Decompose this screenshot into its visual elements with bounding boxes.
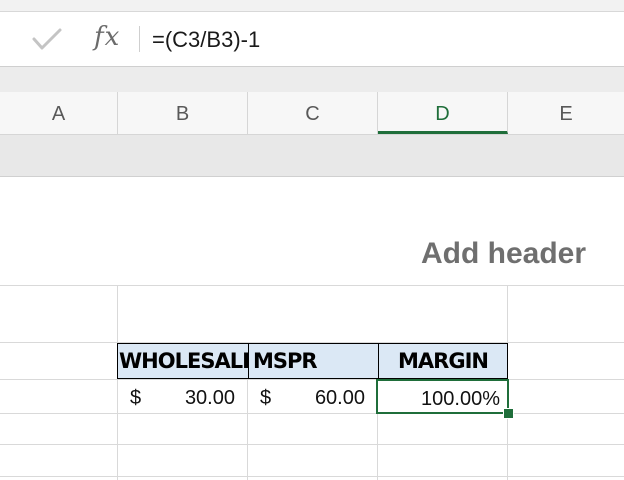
cell-d3-value: 100.00%: [421, 388, 500, 410]
cell-b3-currency: $: [130, 387, 142, 409]
grid-line: [0, 476, 624, 477]
fx-icon[interactable]: fx: [94, 22, 120, 52]
cell-b3-value: 30.00: [184, 387, 235, 409]
check-icon[interactable]: [30, 24, 64, 54]
grid-line: [0, 444, 624, 445]
grid-line: [0, 413, 624, 414]
column-header-c[interactable]: C: [248, 92, 378, 134]
column-header-d[interactable]: D: [378, 92, 508, 134]
cell-d2-margin[interactable]: MARGIN: [378, 343, 508, 379]
cell-c3-value: 60.00: [314, 387, 365, 409]
cell-d3-selected[interactable]: 100.00%: [376, 379, 509, 414]
cell-c3-currency: $: [260, 387, 272, 409]
formula-divider: [139, 26, 140, 52]
column-header-b[interactable]: B: [118, 92, 248, 134]
column-header-row: A B C D E: [0, 92, 624, 135]
page-header-band: [0, 135, 624, 177]
cell-c3[interactable]: $ 60.00: [248, 380, 377, 413]
fill-handle[interactable]: [503, 408, 514, 419]
toolbar-edge: [0, 0, 624, 12]
add-header-placeholder[interactable]: Add header: [421, 237, 586, 271]
cell-c2-mspr[interactable]: MSPR: [248, 343, 379, 379]
cell-b3[interactable]: $ 30.00: [118, 380, 247, 413]
cell-b2-wholesale[interactable]: WHOLESALE: [117, 343, 249, 379]
column-header-e[interactable]: E: [508, 92, 624, 134]
formula-input[interactable]: =(C3/B3)-1: [152, 27, 260, 53]
formula-bar-bottom: [0, 66, 624, 93]
column-header-a[interactable]: A: [0, 92, 118, 134]
grid-line: [0, 285, 624, 286]
